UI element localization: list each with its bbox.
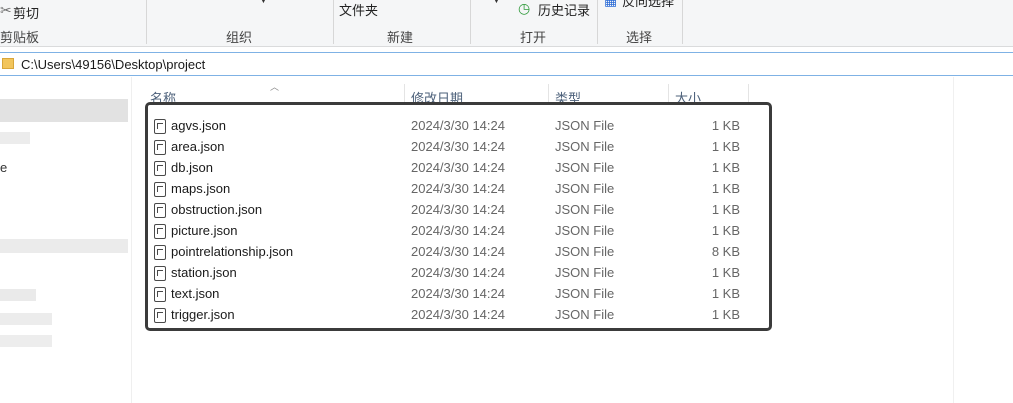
chevron-down-icon[interactable]: ▼ bbox=[258, 0, 269, 6]
nav-item-blurred[interactable] bbox=[0, 132, 30, 144]
pane-divider bbox=[953, 77, 954, 403]
column-divider[interactable] bbox=[548, 84, 549, 104]
address-path[interactable]: C:\Users\49156\Desktop\project bbox=[21, 57, 205, 72]
organize-group-label: 组织 bbox=[226, 30, 253, 45]
nav-item-blurred[interactable] bbox=[0, 335, 52, 347]
nav-item-label[interactable]: e bbox=[0, 160, 7, 175]
new-folder-button[interactable]: 文件夹 bbox=[339, 0, 378, 19]
nav-item-blurred[interactable] bbox=[0, 313, 52, 325]
chevron-down-icon[interactable]: ▼ bbox=[491, 0, 502, 6]
history-icon: ◷ bbox=[518, 0, 531, 16]
clipboard-group-label: 剪贴板 bbox=[0, 30, 40, 45]
ribbon-divider bbox=[146, 0, 147, 44]
select-group-label: 选择 bbox=[626, 30, 653, 45]
column-divider[interactable] bbox=[748, 84, 749, 104]
cut-button[interactable]: 剪切 bbox=[13, 3, 39, 22]
nav-item-blurred[interactable] bbox=[0, 289, 36, 301]
scissors-icon: ✂ bbox=[0, 2, 12, 18]
column-headers: ︿ 名称 修改日期 类型 大小 bbox=[0, 80, 1013, 106]
ribbon: ✂ 剪切 剪贴板 ▼ 组织 文件夹 新建 ▼ ◷ 历史记录 打开 ▦ 反向选择 … bbox=[0, 0, 1013, 47]
column-divider[interactable] bbox=[668, 84, 669, 104]
history-button[interactable]: 历史记录 bbox=[538, 0, 590, 19]
folder-icon bbox=[2, 58, 14, 69]
ribbon-divider bbox=[597, 0, 598, 44]
column-divider[interactable] bbox=[404, 84, 405, 104]
navigation-pane[interactable]: e bbox=[0, 77, 132, 403]
address-bar[interactable]: C:\Users\49156\Desktop\project bbox=[0, 52, 1013, 76]
sort-ascending-icon: ︿ bbox=[270, 82, 280, 92]
new-group-label: 新建 bbox=[387, 30, 414, 45]
invert-selection-icon: ▦ bbox=[604, 0, 618, 8]
ribbon-divider bbox=[470, 0, 471, 44]
nav-item-blurred[interactable] bbox=[0, 239, 128, 253]
open-group-label: 打开 bbox=[520, 30, 547, 45]
highlight-box bbox=[145, 102, 772, 331]
ribbon-divider bbox=[682, 0, 683, 44]
ribbon-divider bbox=[333, 0, 334, 44]
invert-selection-button[interactable]: 反向选择 bbox=[622, 0, 674, 10]
